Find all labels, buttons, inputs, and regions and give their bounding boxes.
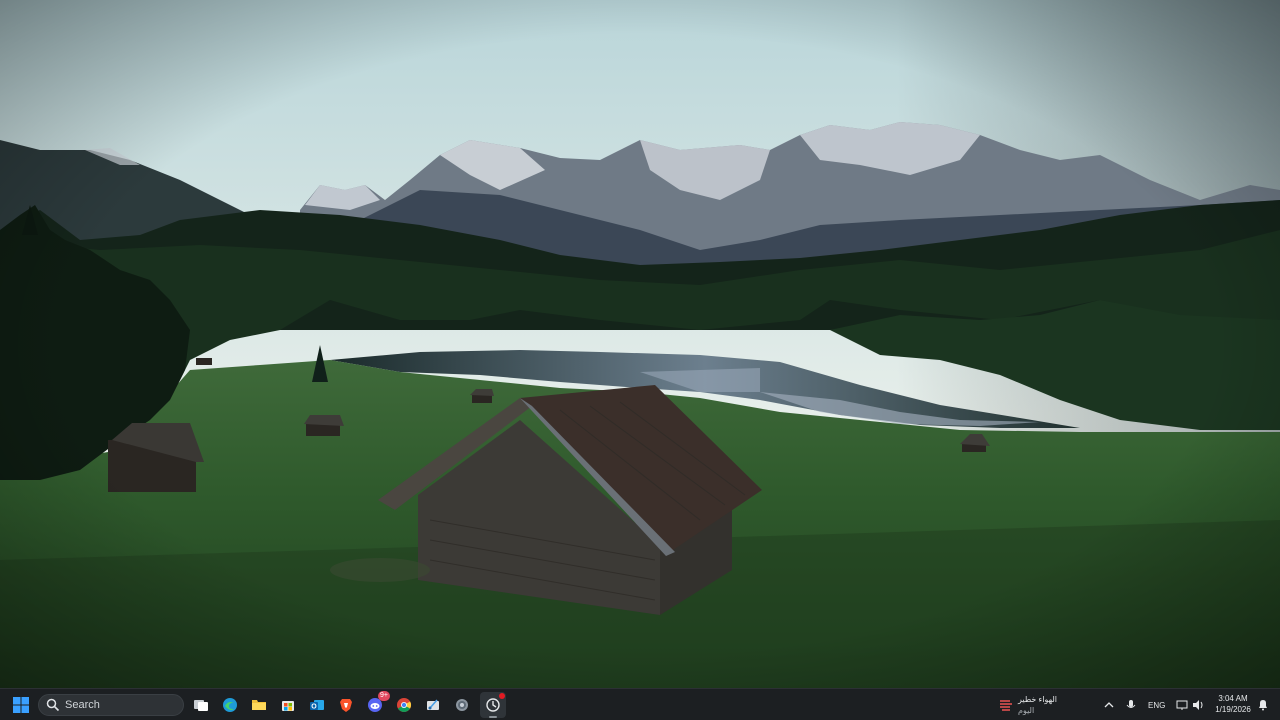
volume-button[interactable] — [1188, 692, 1208, 718]
start-button[interactable] — [8, 692, 34, 718]
news-headline: الهواء خطير — [1018, 695, 1058, 704]
app-icon — [486, 698, 500, 712]
microsoft-store-icon — [282, 701, 294, 711]
file-explorer-icon — [252, 700, 266, 710]
microphone-icon — [1126, 700, 1136, 708]
settings-icon — [456, 699, 468, 711]
clock-time: 3:04 AM — [1218, 694, 1248, 703]
air-quality-icon — [1000, 700, 1012, 711]
chevron-up-icon — [1104, 702, 1114, 708]
news-widget[interactable]: الهواء خطير اليوم — [996, 693, 1076, 717]
edge-button[interactable] — [217, 692, 243, 718]
clock-date: 1/19/2026 — [1215, 705, 1251, 714]
svg-text:O: O — [311, 704, 317, 711]
notification-bell-icon — [1259, 700, 1267, 711]
windows-logo-icon — [13, 697, 29, 713]
volume-icon — [1193, 700, 1203, 710]
active-app-button[interactable] — [480, 692, 506, 718]
brave-button[interactable] — [333, 692, 359, 718]
task-view-button[interactable] — [188, 692, 214, 718]
settings-button[interactable] — [449, 692, 475, 718]
taskbar: Search O 9+ الهواء خطير اليوم ENG 3:04 A… — [0, 688, 1280, 720]
task-view-icon — [194, 700, 208, 711]
microsoft-store-button[interactable] — [275, 692, 301, 718]
microphone-button[interactable] — [1121, 692, 1141, 718]
show-hidden-icons-button[interactable] — [1098, 692, 1120, 718]
chrome-button[interactable] — [391, 692, 417, 718]
search-label: Search — [65, 699, 100, 711]
file-explorer-button[interactable] — [246, 692, 272, 718]
notifications-button[interactable] — [1253, 692, 1273, 718]
outlook-icon: O — [310, 700, 324, 711]
news-subtitle: اليوم — [1018, 706, 1035, 715]
snipping-tool-button[interactable] — [420, 692, 446, 718]
notification-badge: 9+ — [378, 691, 390, 701]
status-dot — [499, 693, 505, 699]
language-indicator[interactable]: ENG — [1148, 701, 1165, 710]
desktop-wallpaper — [0, 0, 1280, 688]
search-icon — [46, 698, 60, 712]
snipping-tool-icon — [427, 699, 439, 710]
chrome-icon — [397, 698, 411, 712]
discord-button[interactable]: 9+ — [362, 691, 390, 718]
edge-icon — [223, 698, 237, 712]
outlook-button[interactable]: O — [304, 692, 330, 718]
network-icon — [1176, 700, 1188, 710]
brave-icon — [340, 699, 352, 712]
active-indicator — [489, 716, 497, 718]
clock[interactable]: 3:04 AM 1/19/2026 — [1208, 693, 1258, 715]
search-box[interactable]: Search — [38, 694, 184, 716]
